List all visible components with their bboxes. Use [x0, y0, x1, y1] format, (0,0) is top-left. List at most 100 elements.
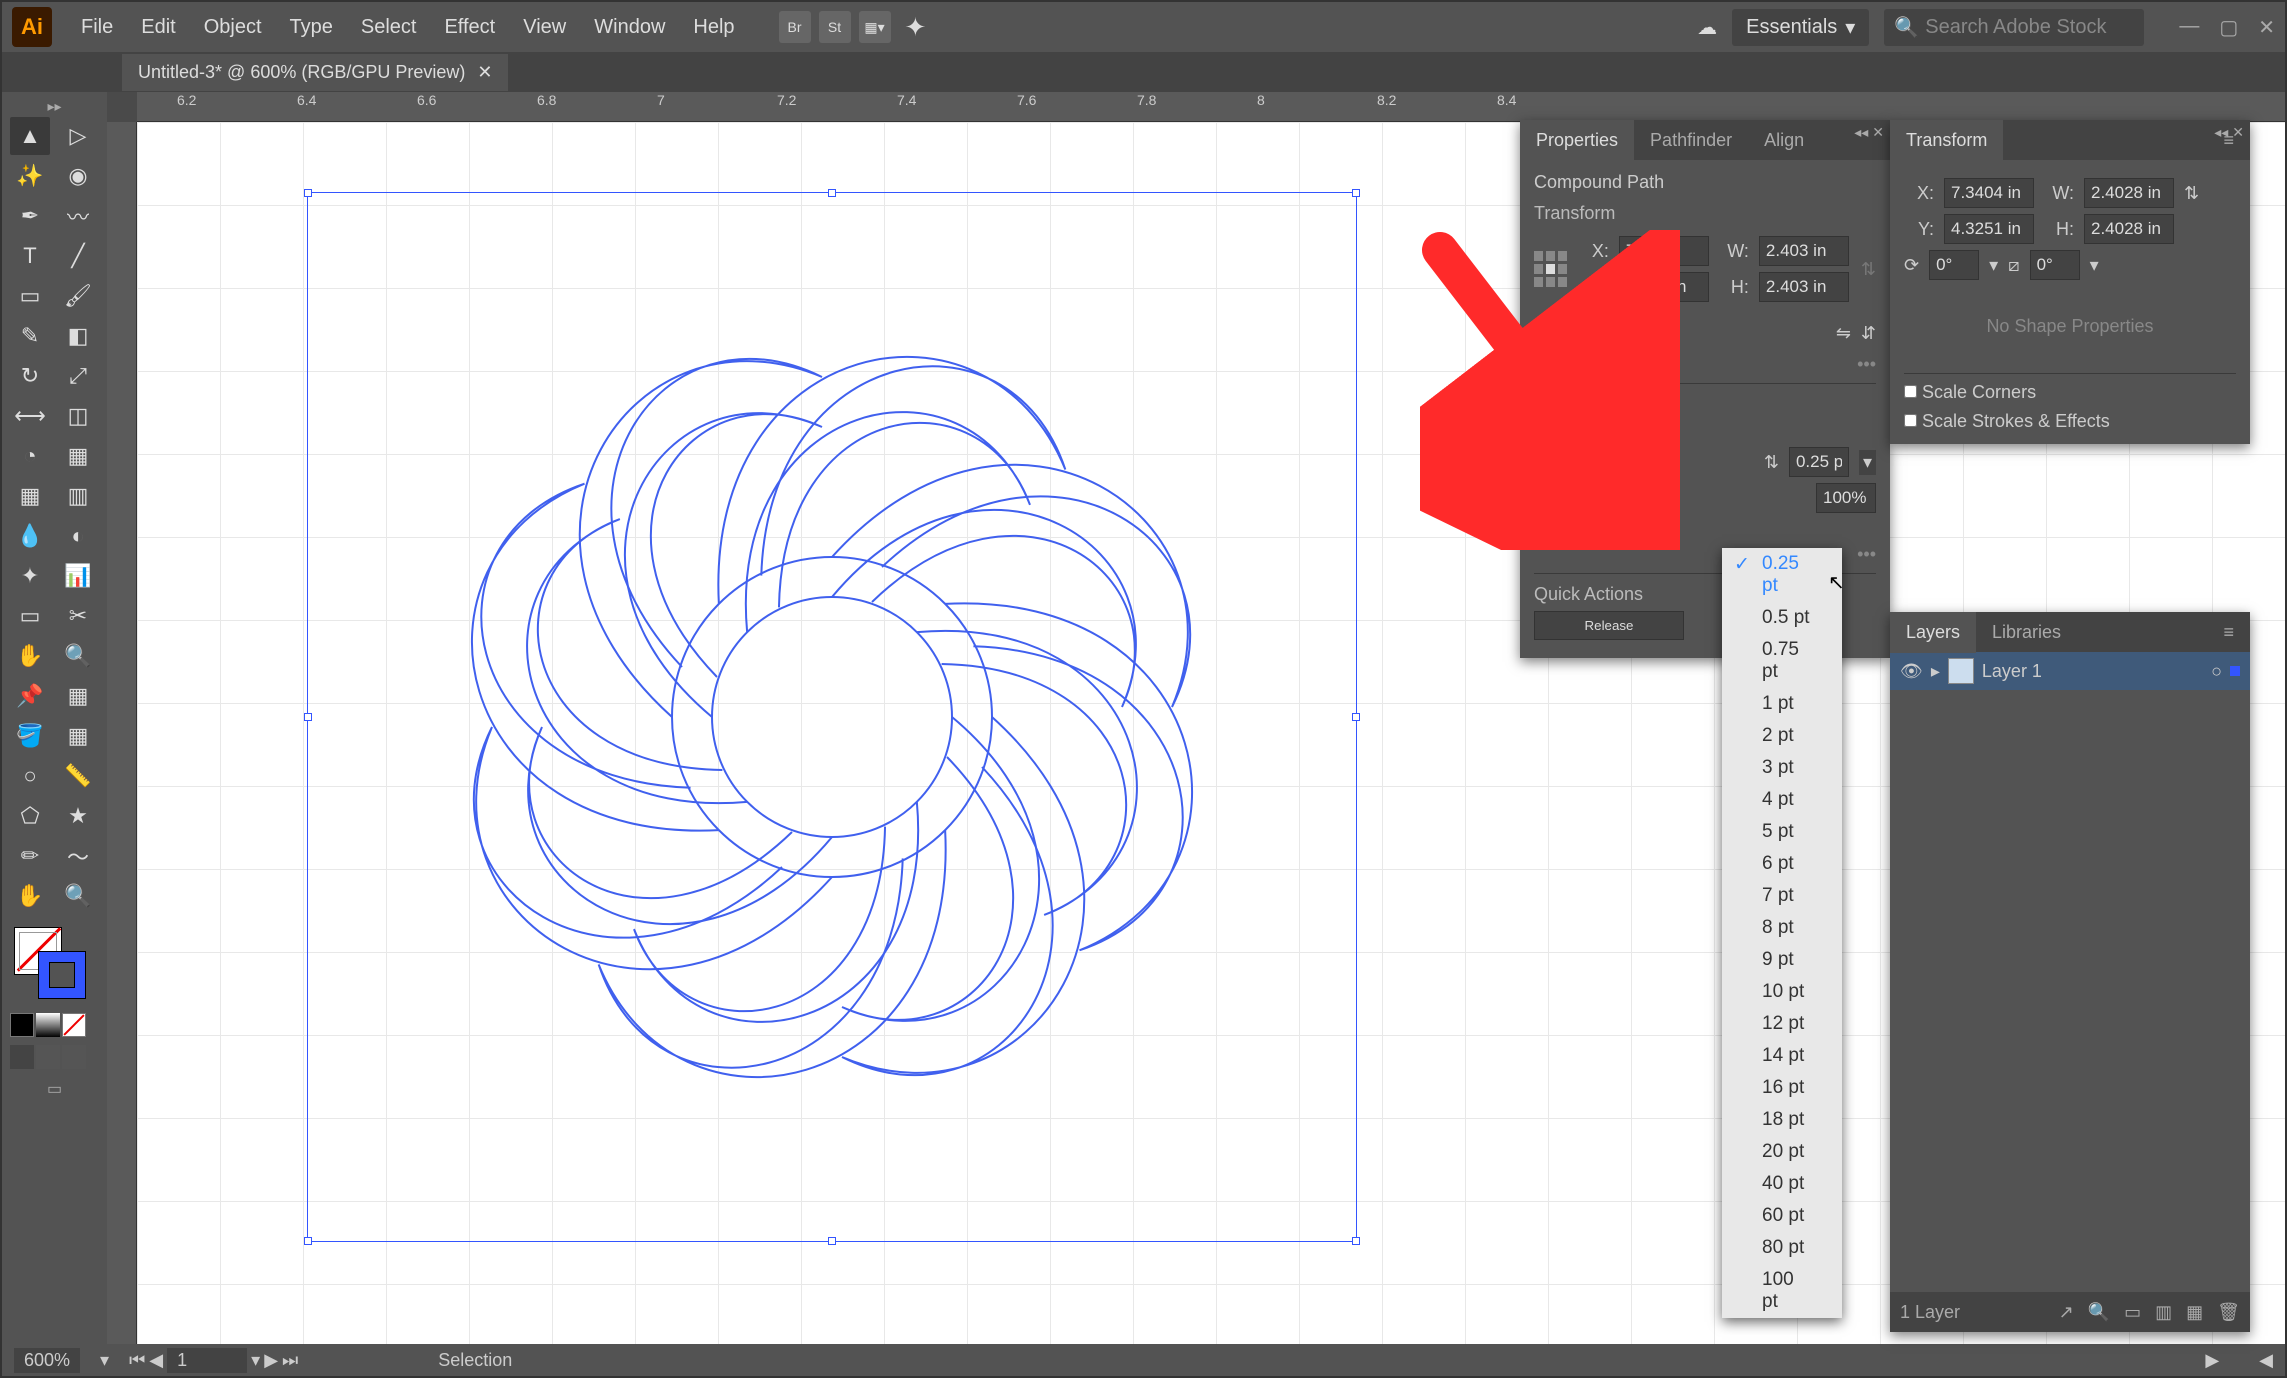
menu-window[interactable]: Window	[580, 16, 679, 39]
flip-h-icon[interactable]: ⇋	[1836, 323, 1851, 344]
menu-effect[interactable]: Effect	[430, 16, 509, 39]
live-paint-select-tool[interactable]: ▦	[58, 717, 98, 755]
dd-option[interactable]: 40 pt	[1722, 1168, 1842, 1200]
stroke-weight-input[interactable]	[1789, 447, 1849, 477]
zoom-tool-2[interactable]: 🔍	[58, 877, 98, 915]
menu-type[interactable]: Type	[276, 16, 347, 39]
target-icon[interactable]: ○	[2211, 661, 2222, 682]
ruler-horizontal[interactable]: 6.2 6.4 6.6 6.8 7 7.2 7.4 7.6 7.8 8 8.2 …	[137, 92, 2285, 122]
dd-option[interactable]: 16 pt	[1722, 1072, 1842, 1104]
paintbrush-tool[interactable]: 🖌	[58, 277, 98, 315]
nav-last[interactable]: ⏭	[282, 1350, 298, 1371]
w-input[interactable]	[1759, 236, 1849, 266]
shaper-tool[interactable]: ✎	[10, 317, 50, 355]
draw-mode-behind[interactable]	[36, 1045, 60, 1069]
shape-builder-tool[interactable]: ◔	[10, 437, 50, 475]
dd-option[interactable]: 8 pt	[1722, 912, 1842, 944]
nav-first[interactable]: ⏮	[129, 1350, 145, 1371]
menu-file[interactable]: File	[67, 16, 127, 39]
polygon-tool[interactable]: ⬠	[10, 797, 50, 835]
puppet-tool[interactable]: 📌	[10, 677, 50, 715]
draw-mode-inside[interactable]	[62, 1045, 86, 1069]
chevron-down-icon[interactable]: ▾	[100, 1350, 109, 1371]
reference-point-icon[interactable]	[1534, 251, 1567, 287]
opacity-input[interactable]	[1816, 483, 1876, 513]
symbol-sprayer-tool[interactable]: ✦	[10, 557, 50, 595]
arrange-docs-icon[interactable]: ▦▾	[859, 11, 891, 43]
bridge-icon[interactable]: Br	[779, 11, 811, 43]
x-input[interactable]	[1619, 236, 1709, 266]
search-stock[interactable]: 🔍 Search Adobe Stock	[1884, 9, 2144, 46]
gradient-mode[interactable]	[36, 1013, 60, 1037]
stepper-icon[interactable]: ⇅	[1764, 452, 1779, 473]
scale-tool[interactable]: ⤢	[58, 357, 98, 395]
slice-tool[interactable]: ✂	[58, 597, 98, 635]
color-mode[interactable]	[10, 1013, 34, 1037]
new-sublayer-icon[interactable]: ▥	[2155, 1302, 2172, 1323]
more-options-icon[interactable]: •••	[1534, 354, 1876, 375]
dd-option[interactable]: 0.75 pt	[1722, 634, 1842, 688]
menu-view[interactable]: View	[509, 16, 580, 39]
zoom-tool[interactable]: 🔍	[58, 637, 98, 675]
link-icon[interactable]: ⇅	[1861, 259, 1876, 280]
collapse-icon[interactable]: ◂◂	[2214, 124, 2228, 141]
sync-icon[interactable]: ☁	[1697, 15, 1717, 40]
artboard-tool[interactable]: ▭	[10, 597, 50, 635]
new-layer-icon[interactable]: ▦	[2186, 1302, 2203, 1323]
clip-mask-icon[interactable]: ▭	[2124, 1302, 2141, 1323]
ellipse-tool[interactable]: ○	[10, 757, 50, 795]
ty-input[interactable]	[1944, 214, 2034, 244]
dd-option[interactable]: 4 pt	[1722, 784, 1842, 816]
tab-layers[interactable]: Layers	[1890, 612, 1976, 653]
measure-tool[interactable]: 📏	[58, 757, 98, 795]
dd-option[interactable]: 7 pt	[1722, 880, 1842, 912]
dd-option[interactable]: 18 pt	[1722, 1104, 1842, 1136]
print-tiling-tool[interactable]: ▦	[58, 677, 98, 715]
rectangle-tool[interactable]: ▭	[10, 277, 50, 315]
eyedropper-tool[interactable]: 💧	[10, 517, 50, 555]
dd-option[interactable]: 2 pt	[1722, 720, 1842, 752]
menu-select[interactable]: Select	[347, 16, 431, 39]
dd-option[interactable]: 20 pt	[1722, 1136, 1842, 1168]
chevron-down-icon[interactable]: ▾	[1629, 323, 1638, 344]
gpu-icon[interactable]: ✦	[905, 12, 927, 43]
artboard-number[interactable]: 1	[167, 1348, 247, 1373]
dd-option[interactable]: 14 pt	[1722, 1040, 1842, 1072]
tx-input[interactable]	[1944, 178, 2034, 208]
stroke-swatch[interactable]	[38, 951, 86, 999]
nav-prev[interactable]: ◀	[149, 1350, 163, 1371]
rotate-tool[interactable]: ↻	[10, 357, 50, 395]
flip-v-icon[interactable]: ⇵	[1861, 323, 1876, 344]
mesh-tool[interactable]: ▦	[10, 477, 50, 515]
tab-pathfinder[interactable]: Pathfinder	[1634, 120, 1748, 161]
panel-menu-icon[interactable]: ≡	[2207, 612, 2250, 653]
th-input[interactable]	[2084, 214, 2174, 244]
release-button[interactable]: Release	[1534, 611, 1684, 640]
chevron-down-icon[interactable]: ▾	[1859, 450, 1876, 475]
eraser-tool[interactable]: ◧	[58, 317, 98, 355]
curvature-tool[interactable]: 〰	[58, 197, 98, 235]
y-input[interactable]	[1619, 272, 1709, 302]
type-tool[interactable]: T	[10, 237, 50, 275]
close-icon[interactable]: ✕	[477, 62, 492, 83]
layer-row[interactable]: 👁 ▸ Layer 1 ○	[1890, 652, 2250, 690]
dd-option[interactable]: 3 pt	[1722, 752, 1842, 784]
dd-option[interactable]: 6 pt	[1722, 848, 1842, 880]
smooth-tool[interactable]: 〜	[58, 837, 98, 875]
selection-tool[interactable]: ▲	[10, 117, 50, 155]
fill-stroke-swatches[interactable]	[10, 927, 99, 1007]
close-icon[interactable]: ✕	[1872, 124, 1884, 141]
tab-transform[interactable]: Transform	[1890, 120, 2003, 161]
dd-option[interactable]: 80 pt	[1722, 1232, 1842, 1264]
star-tool[interactable]: ★	[58, 797, 98, 835]
none-mode[interactable]	[62, 1013, 86, 1037]
h-input[interactable]	[1759, 272, 1849, 302]
nav-arrow-left[interactable]: ▶	[2205, 1350, 2219, 1371]
tab-align[interactable]: Align	[1748, 120, 1820, 161]
document-tab[interactable]: Untitled-3* @ 600% (RGB/GPU Preview) ✕	[122, 54, 508, 91]
menu-object[interactable]: Object	[190, 16, 276, 39]
stroke-link[interactable]: Stroke	[1564, 452, 1616, 473]
line-tool[interactable]: ╱	[58, 237, 98, 275]
tab-properties[interactable]: Properties	[1520, 120, 1634, 161]
stock-icon[interactable]: St	[819, 11, 851, 43]
